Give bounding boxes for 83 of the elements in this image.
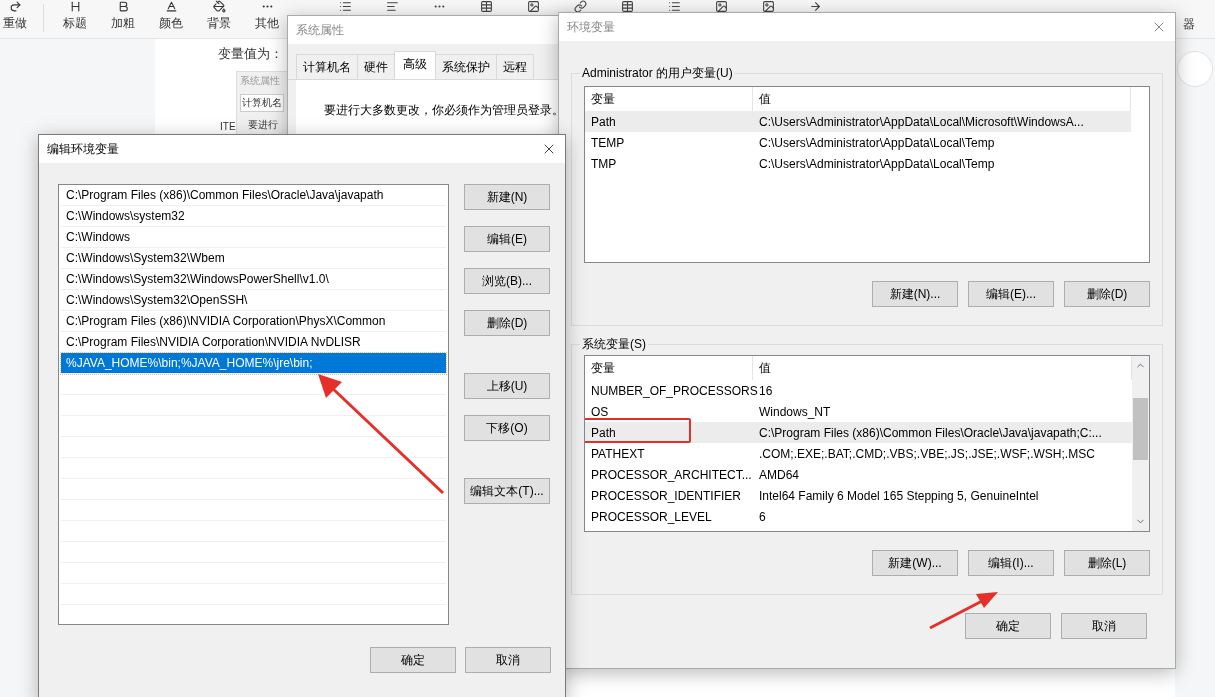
dialog-button[interactable]: 删除(D) [1064, 281, 1150, 307]
window-title: 系统属性 [296, 21, 344, 39]
path-item[interactable]: %JAVA_HOME%\bin;%JAVA_HOME%\jre\bin; [61, 353, 446, 374]
variable-row[interactable]: Path C:\Users\Administrator\AppData\Local\Microsoft\WindowsA... [585, 111, 1131, 132]
variable-value: 16 [758, 383, 774, 398]
variable-value: AMD64 [758, 467, 800, 482]
toolbar-icon [212, 0, 226, 13]
variable-value: 6 [758, 509, 767, 524]
variable-value: C:\Program Files (x86)\Common Files\Oracle\Java\javapath;C:... [758, 425, 1103, 440]
dialog-button[interactable]: 取消 [465, 647, 551, 673]
variable-value: C:\Users\Administrator\AppData\Local\Temp [758, 156, 996, 171]
variable-row[interactable]: TEMP C:\Users\Administrator\AppData\Local\Temp [585, 132, 1131, 153]
variable-name: TMP [590, 156, 618, 171]
toolbar-icon[interactable] [574, 0, 587, 13]
column-header[interactable]: 变量 [585, 356, 753, 380]
variable-name: Path [590, 425, 617, 440]
toolbar-icon[interactable] [339, 0, 352, 13]
dialog-button[interactable]: 取消 [1061, 613, 1147, 639]
toolbar-button[interactable]: 其他 [255, 0, 279, 32]
dialog-button[interactable]: 新建(N) [464, 184, 550, 210]
variable-row[interactable]: PATHEXT .COM;.EXE;.BAT;.CMD;.VBS;.VBE;.JS;.JSE;.WSF;.WSH;.MSC [585, 443, 1132, 464]
toolbar-button[interactable]: 重做 [2, 0, 28, 32]
variable-row[interactable]: PROCESSOR_IDENTIFIER Intel64 Family 6 Model 165 Stepping 5, GenuineIntel [585, 485, 1132, 506]
window-title: 编辑环境变量 [47, 140, 119, 158]
tab[interactable]: 远程 [496, 54, 534, 79]
dialog-button[interactable]: 新建(W)... [872, 550, 958, 576]
tab[interactable]: 高级 [394, 51, 436, 79]
variable-value: C:\Users\Administrator\AppData\Local\Microsoft\WindowsA... [758, 114, 1085, 129]
dialog-button[interactable]: 确定 [370, 647, 456, 673]
toolbar-icon[interactable] [668, 0, 681, 13]
group-label: 系统变量(S) [581, 336, 647, 353]
toolbar-icon[interactable] [715, 0, 728, 13]
dialog-button[interactable]: 下移(O) [464, 415, 550, 441]
dialog-button[interactable]: 删除(L) [1064, 550, 1150, 576]
dialog-button[interactable]: 编辑(I)... [968, 550, 1054, 576]
dialog-button[interactable]: 确定 [965, 613, 1051, 639]
variable-value: .COM;.EXE;.BAT;.CMD;.VBS;.VBE;.JS;.JSE;.WSF;.WSH;.MSC [758, 446, 1096, 461]
toolbar-button[interactable]: 标题 [63, 0, 87, 32]
document-text: ITE [220, 121, 236, 132]
variable-row[interactable]: NUMBER_OF_PROCESSORS 16 [585, 380, 1132, 401]
toolbar-button[interactable]: 背景 [207, 0, 231, 32]
variable-name: PROCESSOR_LEVEL [590, 509, 713, 524]
document-text: 变量值为： [218, 45, 283, 63]
dialog-button[interactable]: 编辑(E) [464, 226, 550, 252]
dialog-button[interactable]: 删除(D) [464, 310, 550, 336]
notice-text: 要进行 [247, 118, 279, 132]
toolbar-button[interactable]: 颜色 [159, 0, 183, 32]
variable-name: Path [590, 114, 617, 129]
toolbar-icon[interactable] [762, 0, 775, 13]
toolbar-button[interactable]: 加粗 [111, 0, 135, 32]
dialog-button[interactable]: 编辑(E)... [968, 281, 1054, 307]
toolbar-icon[interactable] [809, 0, 822, 13]
window-title: 系统属性 [239, 74, 281, 88]
scrollbar-thumb[interactable] [1133, 398, 1148, 460]
variable-name: PATHEXT [590, 446, 646, 461]
tab[interactable]: 计算机名 [296, 54, 358, 79]
toolbar-icon [164, 0, 178, 13]
dialog-button[interactable]: 浏览(B)... [464, 268, 550, 294]
group-label: Administrator 的用户变量(U) [581, 65, 734, 82]
toolbar-icon[interactable] [621, 0, 634, 13]
variable-name: OS [590, 404, 610, 419]
scrollbar[interactable] [1132, 356, 1149, 531]
notice-text: 要进行大多数更改，你必须作为管理员登录。 [324, 103, 564, 117]
variable-row[interactable]: PROCESSOR_LEVEL 6 [585, 506, 1132, 527]
toolbar-icon [8, 0, 22, 13]
variable-value: Intel64 Family 6 Model 165 Stepping 5, GenuineIntel [758, 488, 1040, 503]
dialog-button[interactable]: 编辑文本(T)... [464, 478, 550, 504]
variable-value: Windows_NT [758, 404, 832, 419]
variable-row[interactable]: OS Windows_NT [585, 401, 1132, 422]
variable-name: PROCESSOR_IDENTIFIER [590, 488, 743, 503]
annotation-arrow [929, 592, 998, 630]
toolbar-icon[interactable] [480, 0, 493, 13]
window-title: 环境变量 [567, 18, 615, 36]
toolbar-label: 器 [1183, 16, 1195, 33]
variable-value: C:\Users\Administrator\AppData\Local\Temp [758, 135, 996, 150]
variable-name: PROCESSOR_ARCHITECT... [590, 467, 753, 482]
dialog-button[interactable]: 上移(U) [464, 373, 550, 399]
variable-row[interactable]: TMP C:\Users\Administrator\AppData\Local\Temp [585, 153, 1131, 174]
toolbar-icon[interactable] [527, 0, 540, 13]
variable-name: TEMP [590, 135, 626, 150]
dialog-button[interactable]: 新建(N)... [872, 281, 958, 307]
toolbar-icon[interactable] [386, 0, 399, 13]
variable-row[interactable]: PROCESSOR_ARCHITECT... AMD64 [585, 464, 1132, 485]
